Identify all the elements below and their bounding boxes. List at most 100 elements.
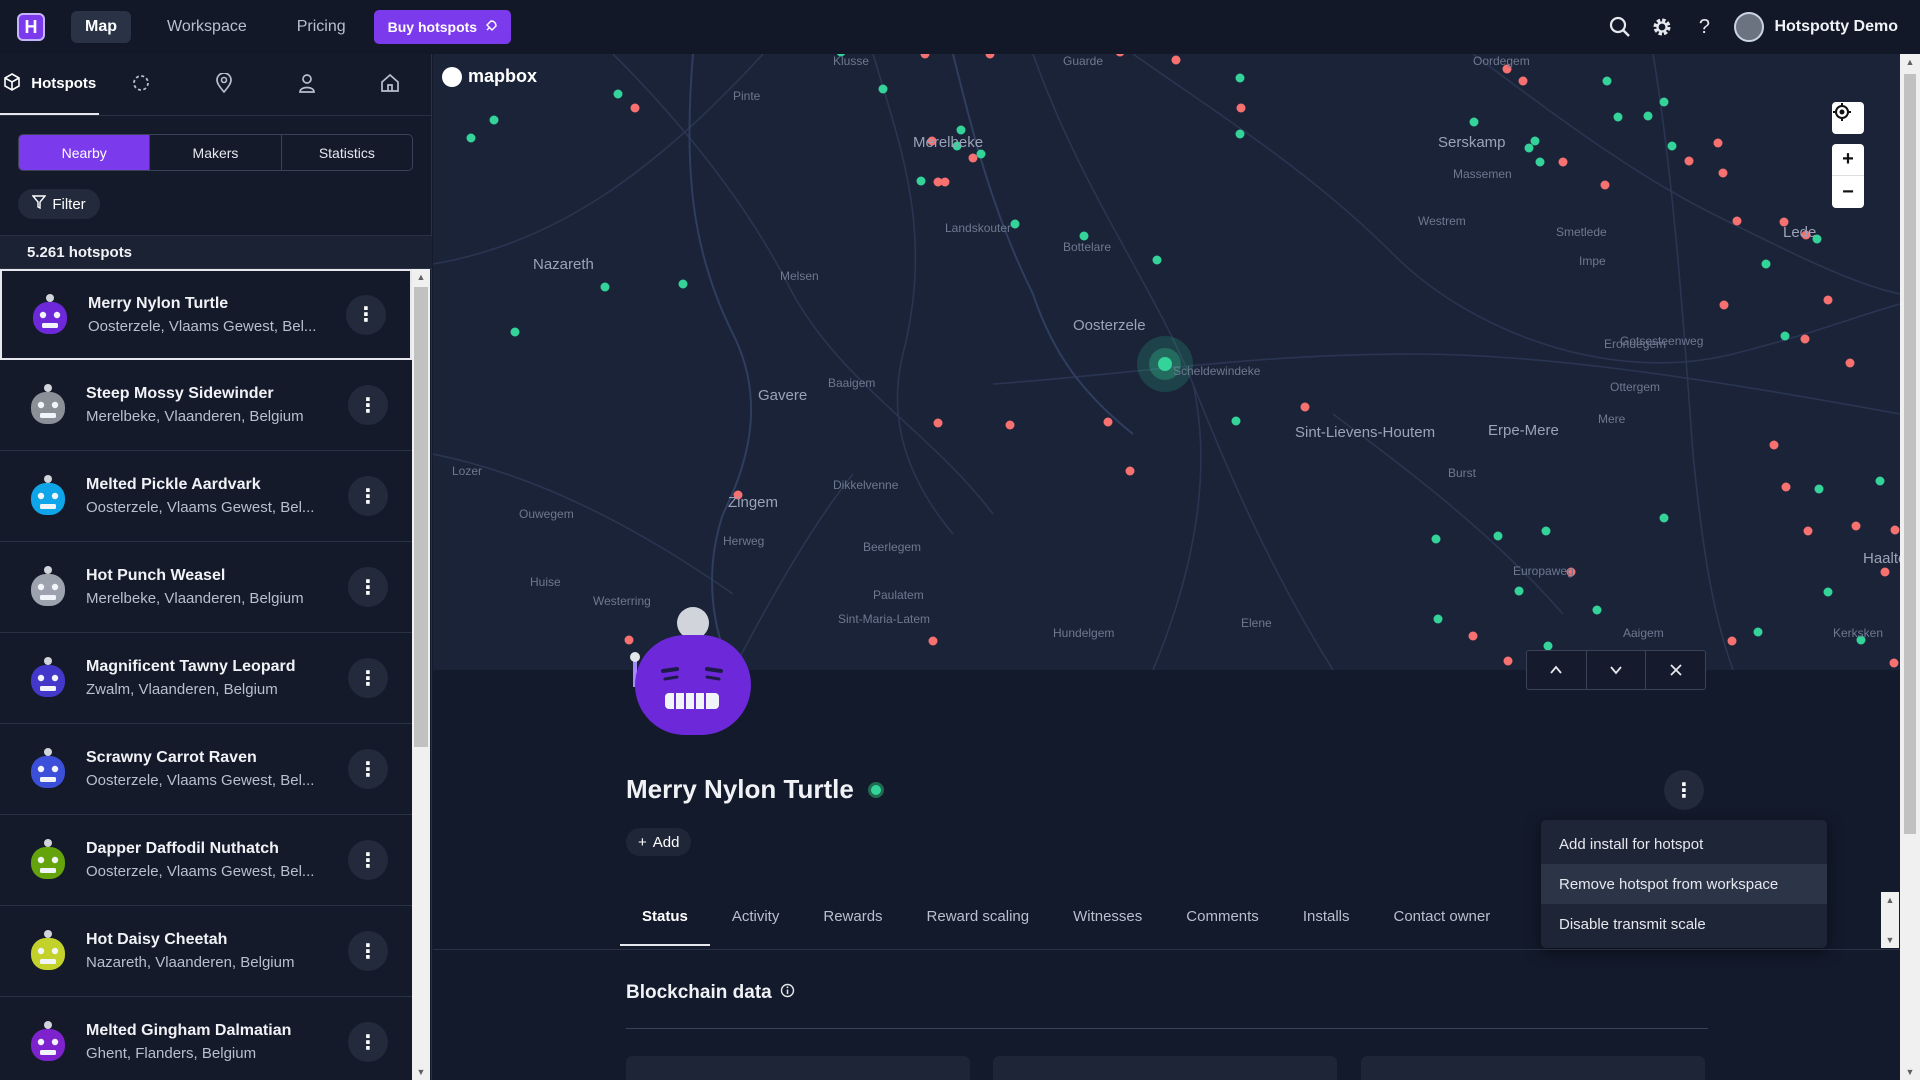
hotspot-marker[interactable] — [1236, 103, 1246, 113]
hotspot-list-item[interactable]: Hot Daisy Cheetah Nazareth, Vlaanderen, B… — [0, 906, 412, 997]
hotspot-list-item[interactable]: Melted Pickle Aardvark Oosterzele, Vlaams… — [0, 451, 412, 542]
more-options-icon[interactable]: ⋮ — [348, 385, 388, 425]
hotspot-marker[interactable] — [1125, 466, 1135, 476]
more-options-icon[interactable]: ⋮ — [348, 476, 388, 516]
hotspot-marker[interactable] — [1659, 513, 1669, 523]
user-avatar[interactable] — [1734, 12, 1765, 42]
hotspot-marker[interactable] — [1518, 76, 1528, 86]
hotspot-marker[interactable] — [1613, 112, 1623, 122]
gear-icon[interactable] — [1650, 15, 1674, 39]
hotspot-marker[interactable] — [600, 282, 610, 292]
hotspot-list-item[interactable]: Steep Mossy Sidewinder Merelbeke, Vlaande… — [0, 360, 412, 451]
tab-status[interactable]: Status — [620, 908, 710, 946]
hotspot-marker[interactable] — [1643, 111, 1653, 121]
hotspot-marker[interactable] — [1431, 534, 1441, 544]
tab-home[interactable] — [348, 54, 431, 115]
more-options-icon[interactable]: ⋮ — [348, 658, 388, 698]
sidebar-scrollbar[interactable]: ▲ ▼ — [412, 269, 430, 1080]
zoom-in-icon[interactable]: + — [1832, 144, 1864, 176]
hotspot-marker[interactable] — [1541, 526, 1551, 536]
hotspot-marker[interactable] — [1761, 259, 1771, 269]
hotspot-marker[interactable] — [968, 153, 978, 163]
hotspot-marker[interactable] — [1235, 129, 1245, 139]
hotspot-marker[interactable] — [510, 327, 520, 337]
hotspot-marker[interactable] — [1713, 138, 1723, 148]
geolocate-control[interactable] — [1832, 102, 1864, 134]
hotspot-marker[interactable] — [1889, 658, 1899, 668]
hotspot-marker[interactable] — [1684, 156, 1694, 166]
scroll-up-arrow-icon[interactable]: ▲ — [1900, 54, 1920, 70]
nav-workspace[interactable]: Workspace — [153, 11, 261, 43]
hotspot-marker[interactable] — [1800, 334, 1810, 344]
hotspot-marker[interactable] — [613, 89, 623, 99]
hotspot-marker[interactable] — [1600, 180, 1610, 190]
hotspot-marker[interactable] — [1753, 627, 1763, 637]
tab-owners[interactable] — [265, 54, 348, 115]
hotspot-marker[interactable] — [1659, 97, 1669, 107]
hotspot-marker[interactable] — [1535, 157, 1545, 167]
hotspot-marker[interactable] — [1880, 567, 1890, 577]
hotspot-marker[interactable] — [1780, 331, 1790, 341]
segment-makers[interactable]: Makers — [150, 135, 282, 170]
more-options-icon[interactable]: ⋮ — [346, 294, 386, 335]
hotspot-marker[interactable] — [1514, 586, 1524, 596]
hotspot-list-item[interactable]: Merry Nylon Turtle Oosterzele, Vlaams Gew… — [0, 269, 412, 360]
hotspot-marker[interactable] — [1602, 76, 1612, 86]
hotspot-marker[interactable] — [1171, 55, 1181, 65]
nav-pricing[interactable]: Pricing — [283, 11, 360, 43]
menu-add-install[interactable]: Add install for hotspot — [1541, 824, 1827, 864]
hotspot-marker[interactable] — [1524, 143, 1534, 153]
user-name[interactable]: Hotspotty Demo — [1774, 18, 1898, 36]
more-options-icon[interactable]: ⋮ — [348, 749, 388, 789]
search-icon[interactable] — [1608, 15, 1632, 39]
hotspot-marker[interactable] — [1493, 531, 1503, 541]
hotspot-list-item[interactable]: Dapper Daffodil Nuthatch Oosterzele, Vlaa… — [0, 815, 412, 906]
chevron-up-icon[interactable] — [1527, 651, 1587, 689]
hotspot-marker[interactable] — [1115, 54, 1125, 57]
hotspot-marker[interactable] — [920, 54, 930, 59]
hotspot-marker[interactable] — [1010, 219, 1020, 229]
menu-remove-from-workspace[interactable]: Remove hotspot from workspace — [1541, 864, 1827, 904]
scroll-down-arrow-icon[interactable]: ▼ — [412, 1064, 430, 1080]
tab-contact-owner[interactable]: Contact owner — [1372, 908, 1513, 946]
hotspot-marker[interactable] — [1814, 484, 1824, 494]
hotspotty-logo[interactable]: H — [17, 13, 45, 41]
hotspot-marker[interactable] — [466, 133, 476, 143]
hotspot-marker[interactable] — [1503, 656, 1513, 666]
scroll-up-arrow-icon[interactable]: ▲ — [412, 269, 430, 285]
hotspot-marker[interactable] — [630, 103, 640, 113]
hotspot-marker[interactable] — [1875, 476, 1885, 486]
add-tag-button[interactable]: + Add — [626, 828, 692, 856]
hotspot-marker[interactable] — [1558, 157, 1568, 167]
zoom-out-icon[interactable]: − — [1832, 176, 1864, 208]
hotspot-marker[interactable] — [489, 115, 499, 125]
more-options-icon[interactable]: ⋮ — [1664, 770, 1704, 810]
more-options-icon[interactable]: ⋮ — [348, 840, 388, 880]
segment-nearby[interactable]: Nearby — [19, 135, 151, 170]
tab-locations[interactable] — [182, 54, 265, 115]
more-options-icon[interactable]: ⋮ — [348, 931, 388, 971]
hotspot-marker[interactable] — [1300, 402, 1310, 412]
hotspot-marker[interactable] — [1152, 255, 1162, 265]
hotspot-marker[interactable] — [1732, 216, 1742, 226]
hotspot-marker[interactable] — [1781, 482, 1791, 492]
hotspot-marker[interactable] — [1718, 168, 1728, 178]
more-options-icon[interactable]: ⋮ — [348, 567, 388, 607]
hotspot-marker[interactable] — [1530, 136, 1540, 146]
nav-map[interactable]: Map — [71, 11, 131, 43]
tab-installs[interactable]: Installs — [1281, 908, 1372, 946]
map-view[interactable]: Merelbeke Nazareth Oosterzele Gavere Zingem S… — [433, 54, 1900, 670]
hotspot-list-item[interactable]: Scrawny Carrot Raven Oosterzele, Vlaams G… — [0, 724, 412, 815]
hotspot-marker[interactable] — [1823, 295, 1833, 305]
hotspot-marker[interactable] — [1719, 300, 1729, 310]
tab-reward-scaling[interactable]: Reward scaling — [905, 908, 1052, 946]
hotspot-marker[interactable] — [985, 54, 995, 59]
hotspot-list-item[interactable]: Hot Punch Weasel Merelbeke, Vlaanderen, B… — [0, 542, 412, 633]
tab-rewards[interactable]: Rewards — [801, 908, 904, 946]
hotspot-marker[interactable] — [1433, 614, 1443, 624]
hotspot-marker[interactable] — [933, 177, 943, 187]
hotspot-marker[interactable] — [878, 84, 888, 94]
hotspot-marker[interactable] — [1851, 521, 1861, 531]
hotspot-marker[interactable] — [1005, 420, 1015, 430]
tab-comments[interactable]: Comments — [1164, 908, 1281, 946]
